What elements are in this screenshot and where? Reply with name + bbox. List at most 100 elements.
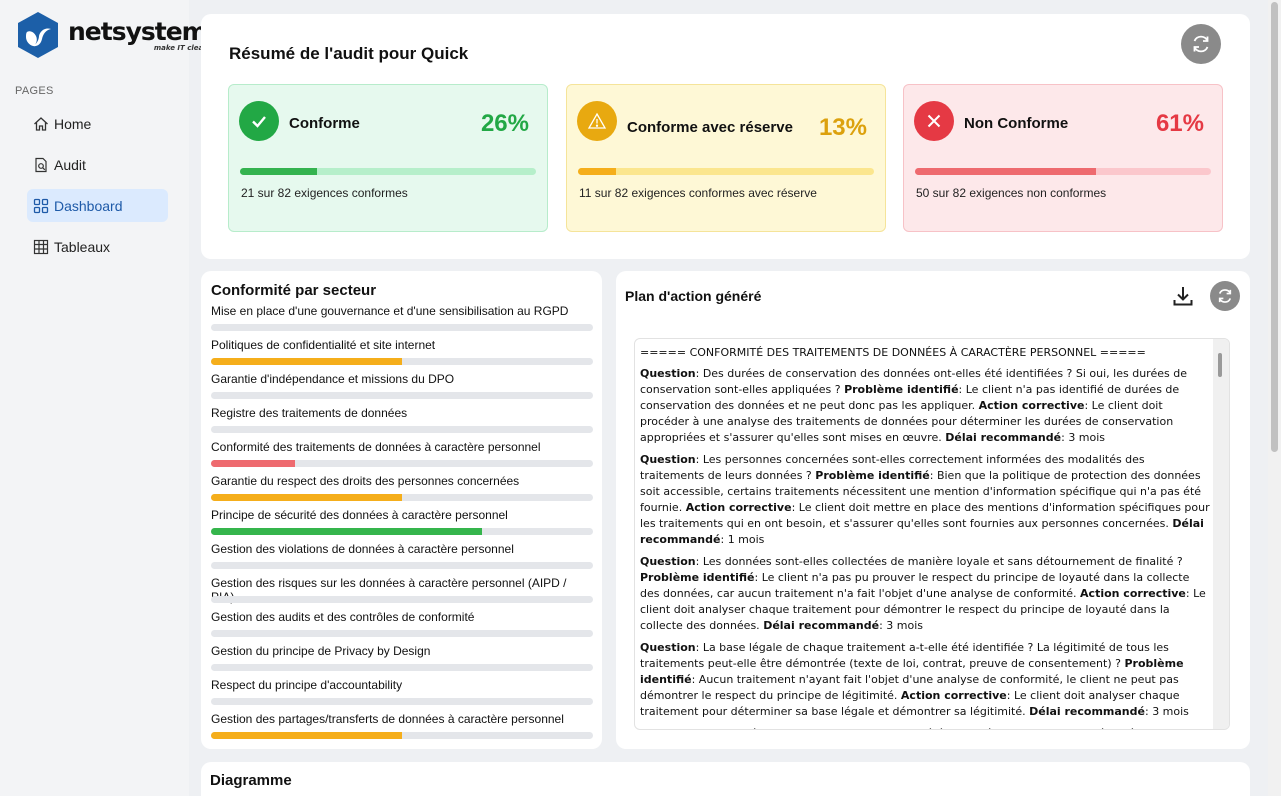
sector-progress-fill	[211, 528, 483, 535]
refresh-icon	[1193, 35, 1209, 53]
sector-row: Principe de sécurité des données à carac…	[211, 508, 593, 542]
action-plan-textarea[interactable]: ===== CONFORMITÉ DES TRAITEMENTS DE DONN…	[634, 338, 1230, 730]
netsystem-logo-icon	[18, 12, 58, 58]
download-button[interactable]	[1172, 285, 1194, 307]
sector-row: Conformité des traitements de données à …	[211, 440, 593, 474]
sector-name: Conformité des traitements de données à …	[211, 440, 541, 454]
table-icon	[33, 239, 49, 255]
progress-bar	[915, 168, 1211, 175]
sector-progress-bar	[211, 698, 593, 705]
sector-row: Politiques de confidentialité et site in…	[211, 338, 593, 372]
stat-conforme: Conforme 26% 21 sur 82 exigences conform…	[228, 84, 548, 232]
sidebar-item-tableaux[interactable]: Tableaux	[27, 230, 168, 263]
plan-delay-label: Délai recommandé	[1029, 705, 1145, 718]
plan-entry: Question: La base légale de chaque trait…	[640, 641, 1189, 718]
summary-title: Résumé de l'audit pour Quick	[229, 44, 469, 63]
sector-row: Registre des traitements de données	[211, 406, 593, 440]
sidebar-item-label: Home	[54, 115, 92, 132]
plan-action-label: Action corrective	[685, 501, 792, 514]
warning-icon	[577, 101, 617, 141]
stat-label: Conforme	[289, 115, 360, 132]
page-scrollbar[interactable]	[1268, 0, 1281, 796]
sector-progress-bar	[211, 494, 593, 501]
plan-entry: Question: Les données sont-elles collect…	[640, 555, 1206, 632]
plan-scrollbar[interactable]	[1213, 339, 1229, 729]
stat-conforme-avec-reserve: Conforme avec réserve 13% 11 sur 82 exig…	[566, 84, 886, 232]
plan-question-text: La base légale de chaque traitement a-t-…	[640, 641, 1169, 670]
summary-refresh-button[interactable]	[1181, 24, 1221, 64]
sector-row: Gestion des risques sur les données à ca…	[211, 576, 593, 610]
plan-action-label: Action corrective	[900, 689, 1007, 702]
plan-problem-label: Problème identifié	[844, 383, 959, 396]
progress-fill	[578, 168, 617, 175]
sector-row: Mise en place d'une gouvernance et d'une…	[211, 304, 593, 338]
sector-progress-bar	[211, 562, 593, 569]
sector-name: Mise en place d'une gouvernance et d'une…	[211, 304, 569, 318]
sector-progress-bar	[211, 460, 593, 467]
sector-row: Respect du principe d'accountability	[211, 678, 593, 712]
sidebar-item-audit[interactable]: Audit	[27, 148, 168, 181]
check-icon	[239, 101, 279, 141]
sector-name: Gestion des violations de données à cara…	[211, 542, 514, 556]
plan-question-text: La finalité de chaque traitement a-t-ell…	[640, 727, 1186, 729]
plan-delay-text: 3 mois	[1068, 431, 1106, 444]
sector-progress-fill	[211, 494, 402, 501]
plan-question-label: Question	[640, 727, 696, 729]
progress-fill	[915, 168, 1096, 175]
plan-delay-label: Délai recommandé	[945, 431, 1062, 444]
stat-percent: 61%	[1155, 110, 1204, 137]
sector-progress-bar	[211, 596, 593, 603]
stat-percent: 26%	[480, 110, 529, 137]
sidebar-item-home[interactable]: Home	[27, 107, 168, 140]
plan-entry: Question: La finalité de chaque traiteme…	[640, 726, 1212, 729]
plan-title: Plan d'action généré	[625, 288, 762, 304]
sector-row: Garantie d'indépendance et missions du D…	[211, 372, 593, 406]
stat-subtitle: 21 sur 82 exigences conformes	[241, 186, 408, 200]
plan-action-label: Action corrective	[1080, 587, 1186, 600]
sector-name: Respect du principe d'accountability	[211, 678, 403, 692]
close-icon	[914, 101, 954, 141]
sidebar: netsystem make IT clear PAGES Home Audit…	[0, 0, 208, 796]
sector-row: Garantie du respect des droits des perso…	[211, 474, 593, 508]
refresh-icon	[1218, 289, 1232, 303]
stat-non-conforme: Non Conforme 61% 50 sur 82 exigences non…	[903, 84, 1223, 232]
plan-problem-label: Problème identifié	[640, 571, 755, 584]
sector-name: Principe de sécurité des données à carac…	[211, 508, 508, 522]
plan-entry: Question: Des durées de conservation des…	[640, 367, 1187, 444]
sidebar-item-label: Dashboard	[54, 197, 123, 214]
audit-summary-card: Résumé de l'audit pour Quick Conforme 26…	[201, 14, 1250, 259]
stat-percent: 13%	[818, 114, 867, 141]
sector-name: Gestion du principe de Privacy by Design	[211, 644, 431, 658]
plan-action-label: Action corrective	[978, 399, 1085, 412]
sector-compliance-card: Conformité par secteur Mise en place d'u…	[201, 271, 602, 749]
dashboard-icon	[33, 198, 49, 214]
plan-question-label: Question	[640, 367, 696, 380]
diagram-title: Diagramme	[210, 772, 292, 789]
plan-refresh-button[interactable]	[1210, 281, 1240, 311]
sector-row: Gestion des audits et des contrôles de c…	[211, 610, 593, 644]
logo[interactable]: netsystem make IT clear	[14, 10, 208, 60]
plan-entry: Question: Les personnes concernées sont-…	[640, 453, 1210, 546]
sector-progress-bar	[211, 630, 593, 637]
progress-fill	[240, 168, 317, 175]
stat-subtitle: 11 sur 82 exigences conformes avec réser…	[579, 186, 817, 200]
sector-name: Garantie d'indépendance et missions du D…	[211, 372, 455, 386]
sidebar-item-label: Tableaux	[54, 238, 111, 255]
plan-question-label: Question	[640, 641, 696, 654]
stat-subtitle: 50 sur 82 exigences non conformes	[916, 186, 1107, 200]
sector-progress-bar	[211, 392, 593, 399]
home-icon	[33, 116, 49, 132]
plan-question-label: Question	[640, 555, 696, 568]
sidebar-item-dashboard[interactable]: Dashboard	[27, 189, 168, 222]
sector-row: Gestion du principe de Privacy by Design	[211, 644, 593, 678]
sector-row: Gestion des partages/transferts de donné…	[211, 712, 593, 746]
plan-delay-text: 3 mois	[1152, 705, 1189, 718]
sector-row: Gestion des violations de données à cara…	[211, 542, 593, 576]
sector-progress-bar	[211, 358, 593, 365]
sector-progress-bar	[211, 664, 593, 671]
sector-progress-bar	[211, 528, 593, 535]
plan-problem-label: Problème identifié	[815, 469, 930, 482]
progress-bar	[578, 168, 874, 175]
sector-name: Garantie du respect des droits des perso…	[211, 474, 520, 488]
sector-name: Politiques de confidentialité et site in…	[211, 338, 436, 352]
